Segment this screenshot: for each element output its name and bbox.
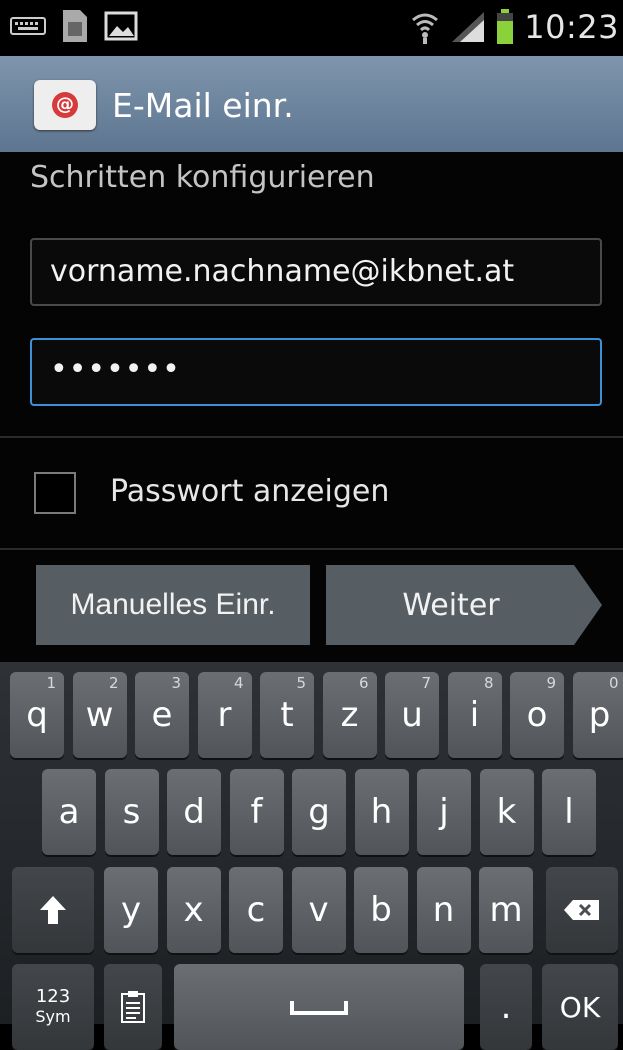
symbols-key-top: 123: [36, 987, 70, 1007]
space-key[interactable]: [174, 964, 464, 1050]
key-number-hint: 8: [484, 674, 494, 692]
wifi-icon: [410, 10, 440, 44]
clipboard-icon: [120, 990, 146, 1024]
key-t[interactable]: t5: [260, 672, 314, 758]
key-q[interactable]: q1: [10, 672, 64, 758]
shift-key[interactable]: [12, 867, 94, 953]
keyboard-icon: [10, 15, 46, 37]
key-h[interactable]: h: [355, 769, 409, 855]
key-k[interactable]: k: [480, 769, 534, 855]
key-label: t: [280, 695, 293, 735]
next-button-label: Weiter: [326, 565, 576, 645]
backspace-key[interactable]: [546, 867, 618, 953]
key-label: i: [470, 695, 479, 735]
action-bar: @ E-Mail einr.: [0, 56, 623, 152]
key-number-hint: 3: [171, 674, 181, 692]
divider: [0, 548, 623, 550]
key-g[interactable]: g: [292, 769, 346, 855]
manual-setup-button[interactable]: Manuelles Einr.: [36, 565, 310, 645]
key-number-hint: 1: [46, 674, 56, 692]
key-e[interactable]: e3: [135, 672, 189, 758]
key-number-hint: 6: [359, 674, 369, 692]
status-time: 10:23: [524, 8, 619, 46]
status-bar: 10:23: [0, 0, 623, 56]
key-label: w: [86, 695, 114, 735]
on-screen-keyboard: q1w2e3r4t5z6u7i8o9p0 asdfghjkl yxcvbnm 1…: [0, 662, 623, 1024]
email-setup-form: Schritten konfigurieren vorname.nachname…: [0, 152, 623, 662]
key-b[interactable]: b: [354, 867, 408, 953]
show-password-label: Passwort anzeigen: [110, 474, 389, 509]
email-value: vorname.nachname@ikbnet.at: [50, 254, 514, 289]
key-label: r: [218, 695, 232, 735]
key-m[interactable]: m: [479, 867, 533, 953]
image-icon: [104, 11, 138, 41]
shift-arrow-icon: [38, 894, 68, 926]
key-c[interactable]: c: [229, 867, 283, 953]
key-l[interactable]: l: [542, 769, 596, 855]
key-j[interactable]: j: [417, 769, 471, 855]
key-w[interactable]: w2: [73, 672, 127, 758]
key-f[interactable]: f: [230, 769, 284, 855]
ok-key[interactable]: OK: [542, 964, 618, 1050]
key-number-hint: 9: [546, 674, 556, 692]
key-a[interactable]: a: [42, 769, 96, 855]
divider: [0, 436, 623, 438]
key-number-hint: 2: [109, 674, 119, 692]
period-key[interactable]: .: [480, 964, 532, 1050]
backspace-icon: [563, 898, 601, 922]
symbols-key[interactable]: 123 Sym: [12, 964, 94, 1050]
password-field[interactable]: •••••••: [30, 338, 602, 406]
email-field[interactable]: vorname.nachname@ikbnet.at: [30, 238, 602, 306]
key-z[interactable]: z6: [323, 672, 377, 758]
key-n[interactable]: n: [417, 867, 471, 953]
key-number-hint: 5: [296, 674, 306, 692]
show-password-checkbox[interactable]: [34, 472, 76, 514]
key-s[interactable]: s: [105, 769, 159, 855]
screen-title: E-Mail einr.: [112, 86, 294, 125]
key-label: o: [527, 695, 548, 735]
key-y[interactable]: y: [104, 867, 158, 953]
space-bar-icon: [289, 997, 349, 1017]
key-o[interactable]: o9: [510, 672, 564, 758]
key-number-hint: 7: [421, 674, 431, 692]
next-button[interactable]: Weiter: [326, 565, 602, 645]
symbols-key-bottom: Sym: [35, 1007, 70, 1027]
at-sign-icon: @: [52, 92, 78, 118]
key-p[interactable]: p0: [573, 672, 623, 758]
clipboard-key[interactable]: [104, 964, 162, 1050]
email-app-icon[interactable]: @: [34, 80, 96, 130]
key-label: p: [589, 695, 611, 735]
key-number-hint: 0: [609, 674, 619, 692]
key-x[interactable]: x: [167, 867, 221, 953]
password-value: •••••••: [50, 352, 181, 387]
key-r[interactable]: r4: [198, 672, 252, 758]
key-u[interactable]: u7: [385, 672, 439, 758]
key-label: q: [26, 695, 48, 735]
key-number-hint: 4: [234, 674, 244, 692]
signal-icon: [450, 10, 486, 44]
key-label: e: [152, 695, 173, 735]
key-v[interactable]: v: [292, 867, 346, 953]
key-label: u: [401, 695, 423, 735]
battery-icon: [496, 9, 514, 45]
setup-description: Schritten konfigurieren: [30, 160, 375, 195]
sim-card-icon: [60, 8, 90, 44]
key-i[interactable]: i8: [448, 672, 502, 758]
key-label: z: [341, 695, 359, 735]
key-d[interactable]: d: [167, 769, 221, 855]
